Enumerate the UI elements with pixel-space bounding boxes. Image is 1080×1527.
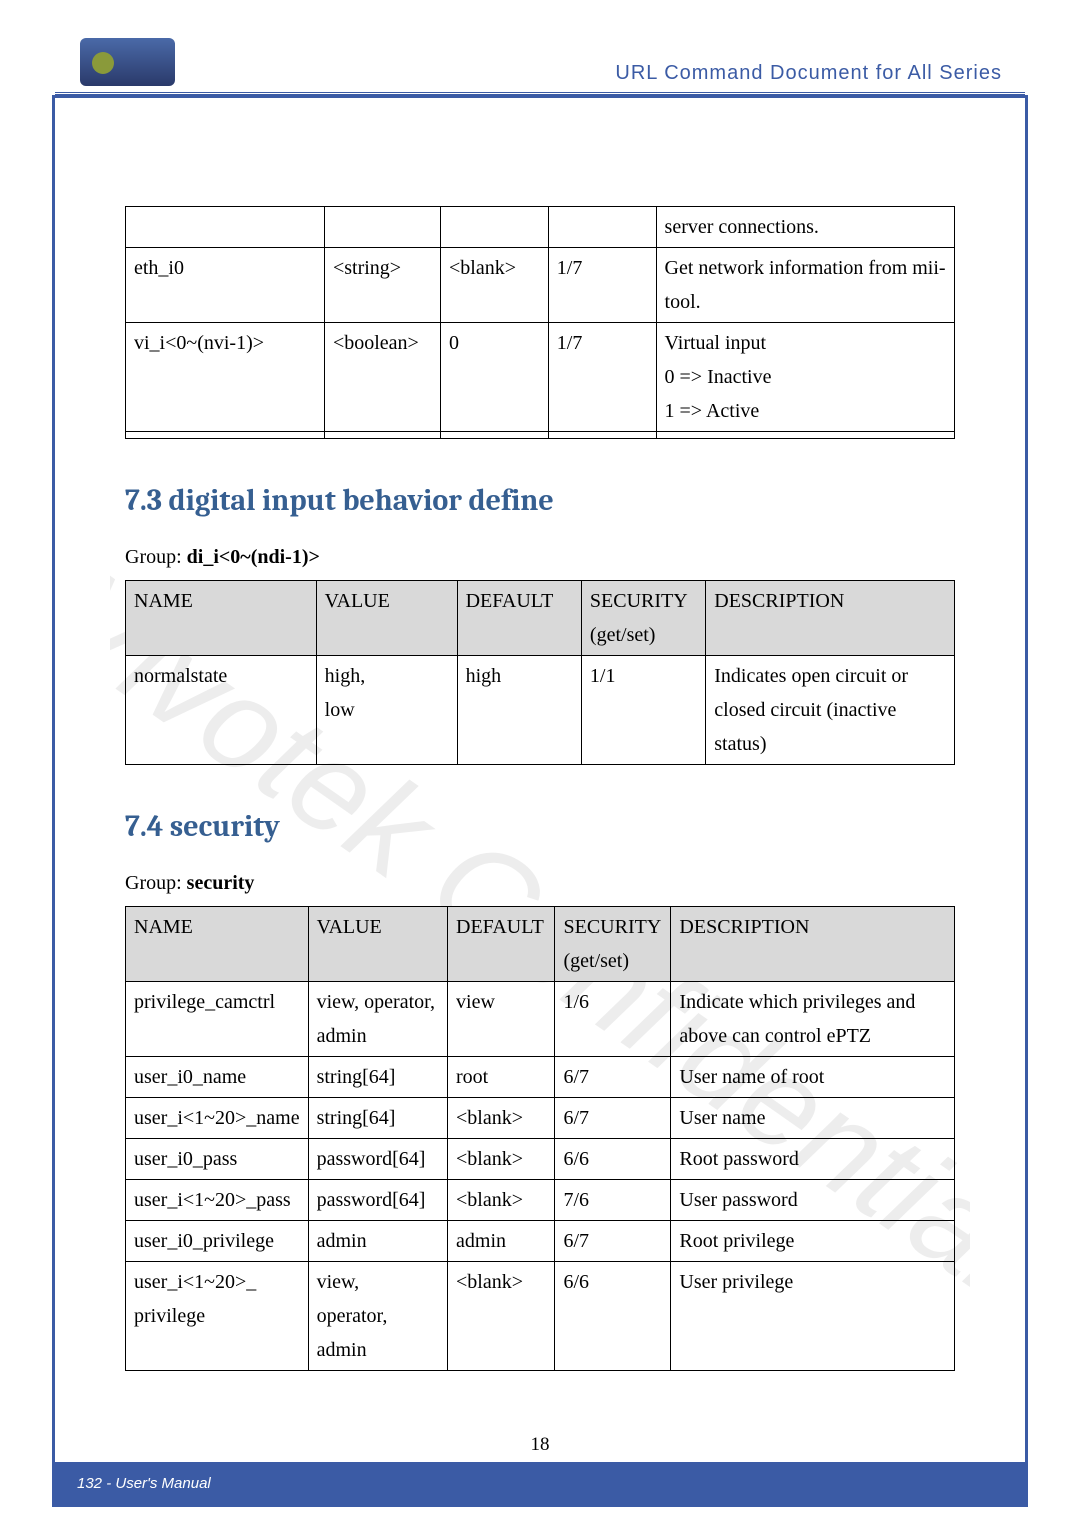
cell-name: user_i0_pass [126, 1139, 309, 1180]
cell-default: 0 [441, 323, 549, 432]
cell-name: privilege_camctrl [126, 982, 309, 1057]
table-continuation: server connections. eth_i0<string><blank>… [125, 206, 955, 439]
cell-default: view [448, 982, 555, 1057]
cell-name: user_i<1~20>_name [126, 1098, 309, 1139]
cell-value [324, 432, 440, 439]
table-7-4: NAME VALUE DEFAULT SECURITY(get/set) DES… [125, 906, 955, 1371]
heading-7-4: 7.4 security [125, 801, 955, 852]
heading-7-3: 7.3 digital input behavior define [125, 475, 955, 526]
cell-default: <blank> [448, 1098, 555, 1139]
cell-value: password[64] [308, 1180, 447, 1221]
col-name: NAME [126, 907, 309, 982]
col-security: SECURITY(get/set) [581, 581, 705, 656]
cell-desc: Indicate which privileges and above can … [671, 982, 955, 1057]
cell-desc: User privilege [671, 1262, 955, 1371]
cell-security: 7/6 [555, 1180, 671, 1221]
cell-value [324, 207, 440, 248]
cell-default: <blank> [448, 1262, 555, 1371]
footer-bar: 132 - User's Manual [55, 1462, 1025, 1504]
cell-default: <blank> [448, 1139, 555, 1180]
cell-desc: Virtual input 0 => Inactive 1 => Active [656, 323, 954, 432]
logo [80, 38, 175, 86]
cell-name: user_i0_name [126, 1057, 309, 1098]
cell-value: admin [308, 1221, 447, 1262]
footer-text: 132 - User's Manual [77, 1475, 211, 1492]
col-desc: DESCRIPTION [706, 581, 955, 656]
col-desc: DESCRIPTION [671, 907, 955, 982]
cell-security: 1/1 [581, 656, 705, 765]
cell-security [548, 207, 656, 248]
cell-name: user_i<1~20>_pass [126, 1180, 309, 1221]
cell-value: string[64] [308, 1098, 447, 1139]
col-default: DEFAULT [457, 581, 581, 656]
col-value: VALUE [316, 581, 457, 656]
cell-default: high [457, 656, 581, 765]
cell-name [126, 432, 325, 439]
cell-value: password[64] [308, 1139, 447, 1180]
cell-security: 6/6 [555, 1139, 671, 1180]
cell-value: <boolean> [324, 323, 440, 432]
cell-security: 1/6 [555, 982, 671, 1057]
cell-name [126, 207, 325, 248]
page-number: 18 [55, 1434, 1025, 1456]
group-security: Group: security [125, 866, 955, 900]
col-security: SECURITY(get/set) [555, 907, 671, 982]
cell-value: <string> [324, 248, 440, 323]
doc-header-title: URL Command Document for All Series [615, 62, 1002, 85]
cell-desc [656, 432, 954, 439]
cell-security: 6/7 [555, 1098, 671, 1139]
cell-name: vi_i<0~(nvi-1)> [126, 323, 325, 432]
cell-name: normalstate [126, 656, 317, 765]
cell-value: view, operator, admin [308, 982, 447, 1057]
table-7-3: NAME VALUE DEFAULT SECURITY(get/set) DES… [125, 580, 955, 765]
cell-default: root [448, 1057, 555, 1098]
cell-name: user_i<1~20>_ privilege [126, 1262, 309, 1371]
cell-desc: Root password [671, 1139, 955, 1180]
cell-desc: server connections. [656, 207, 954, 248]
cell-value: high, low [316, 656, 457, 765]
cell-default: <blank> [448, 1180, 555, 1221]
cell-desc: User name [671, 1098, 955, 1139]
cell-default: admin [448, 1221, 555, 1262]
cell-security: 6/7 [555, 1057, 671, 1098]
cell-value: view, operator, admin [308, 1262, 447, 1371]
cell-desc: User password [671, 1180, 955, 1221]
cell-name: user_i0_privilege [126, 1221, 309, 1262]
cell-value: string[64] [308, 1057, 447, 1098]
cell-security: 1/7 [548, 248, 656, 323]
cell-name: eth_i0 [126, 248, 325, 323]
cell-security [548, 432, 656, 439]
cell-default [441, 207, 549, 248]
group-di: Group: di_i<0~(ndi-1)> [125, 540, 955, 574]
cell-default [441, 432, 549, 439]
cell-desc: Root privilege [671, 1221, 955, 1262]
cell-default: <blank> [441, 248, 549, 323]
cell-desc: Indicates open circuit or closed circuit… [706, 656, 955, 765]
cell-security: 6/7 [555, 1221, 671, 1262]
cell-security: 1/7 [548, 323, 656, 432]
col-value: VALUE [308, 907, 447, 982]
cell-desc: Get network information from mii-tool. [656, 248, 954, 323]
col-default: DEFAULT [448, 907, 555, 982]
cell-desc: User name of root [671, 1057, 955, 1098]
cell-security: 6/6 [555, 1262, 671, 1371]
col-name: NAME [126, 581, 317, 656]
page-frame: Vivotek Confidential server connections.… [52, 95, 1028, 1507]
